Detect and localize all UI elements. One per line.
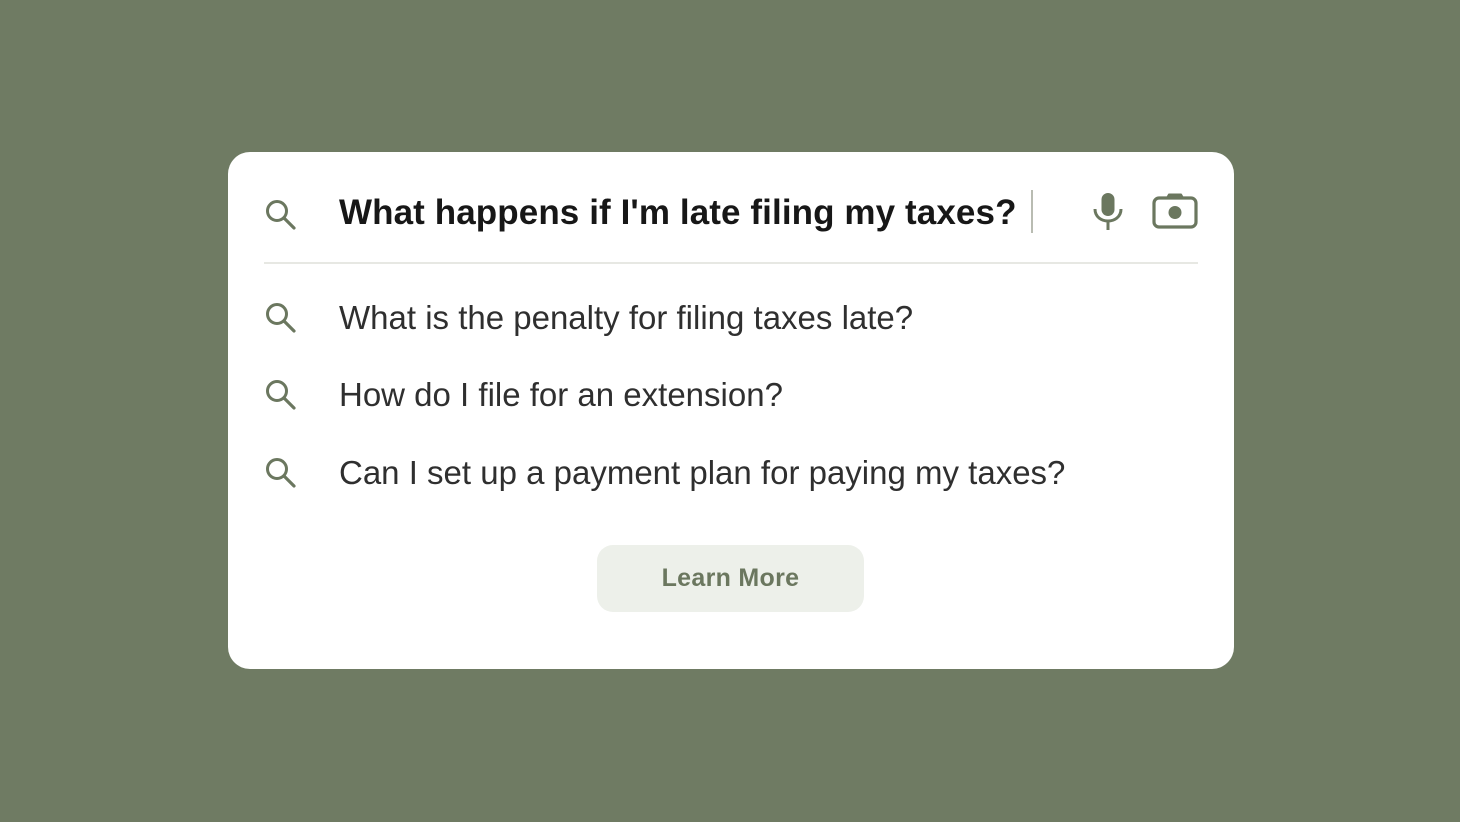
search-bar[interactable]: What happens if I'm late filing my taxes… [264,152,1198,264]
suggestion-item[interactable]: What is the penalty for filing taxes lat… [264,293,1198,343]
search-icon [266,303,296,333]
suggestion-text: Can I set up a payment plan for paying m… [339,454,1066,491]
suggestion-text: How do I file for an extension? [339,376,783,413]
search-icon [266,458,296,488]
microphone-icon[interactable] [1090,192,1126,232]
camera-icon[interactable] [1152,193,1198,229]
suggestion-item[interactable]: How do I file for an extension? [264,370,1198,420]
suggestion-item[interactable]: Can I set up a payment plan for paying m… [264,448,1198,498]
learn-more-button[interactable]: Learn More [597,545,864,612]
search-icon [266,380,296,410]
suggestion-text: What is the penalty for filing taxes lat… [339,299,914,336]
text-cursor [1031,190,1033,233]
search-icon [266,200,296,230]
search-input[interactable]: What happens if I'm late filing my taxes… [339,189,1017,237]
search-card: What happens if I'm late filing my taxes… [228,152,1234,669]
